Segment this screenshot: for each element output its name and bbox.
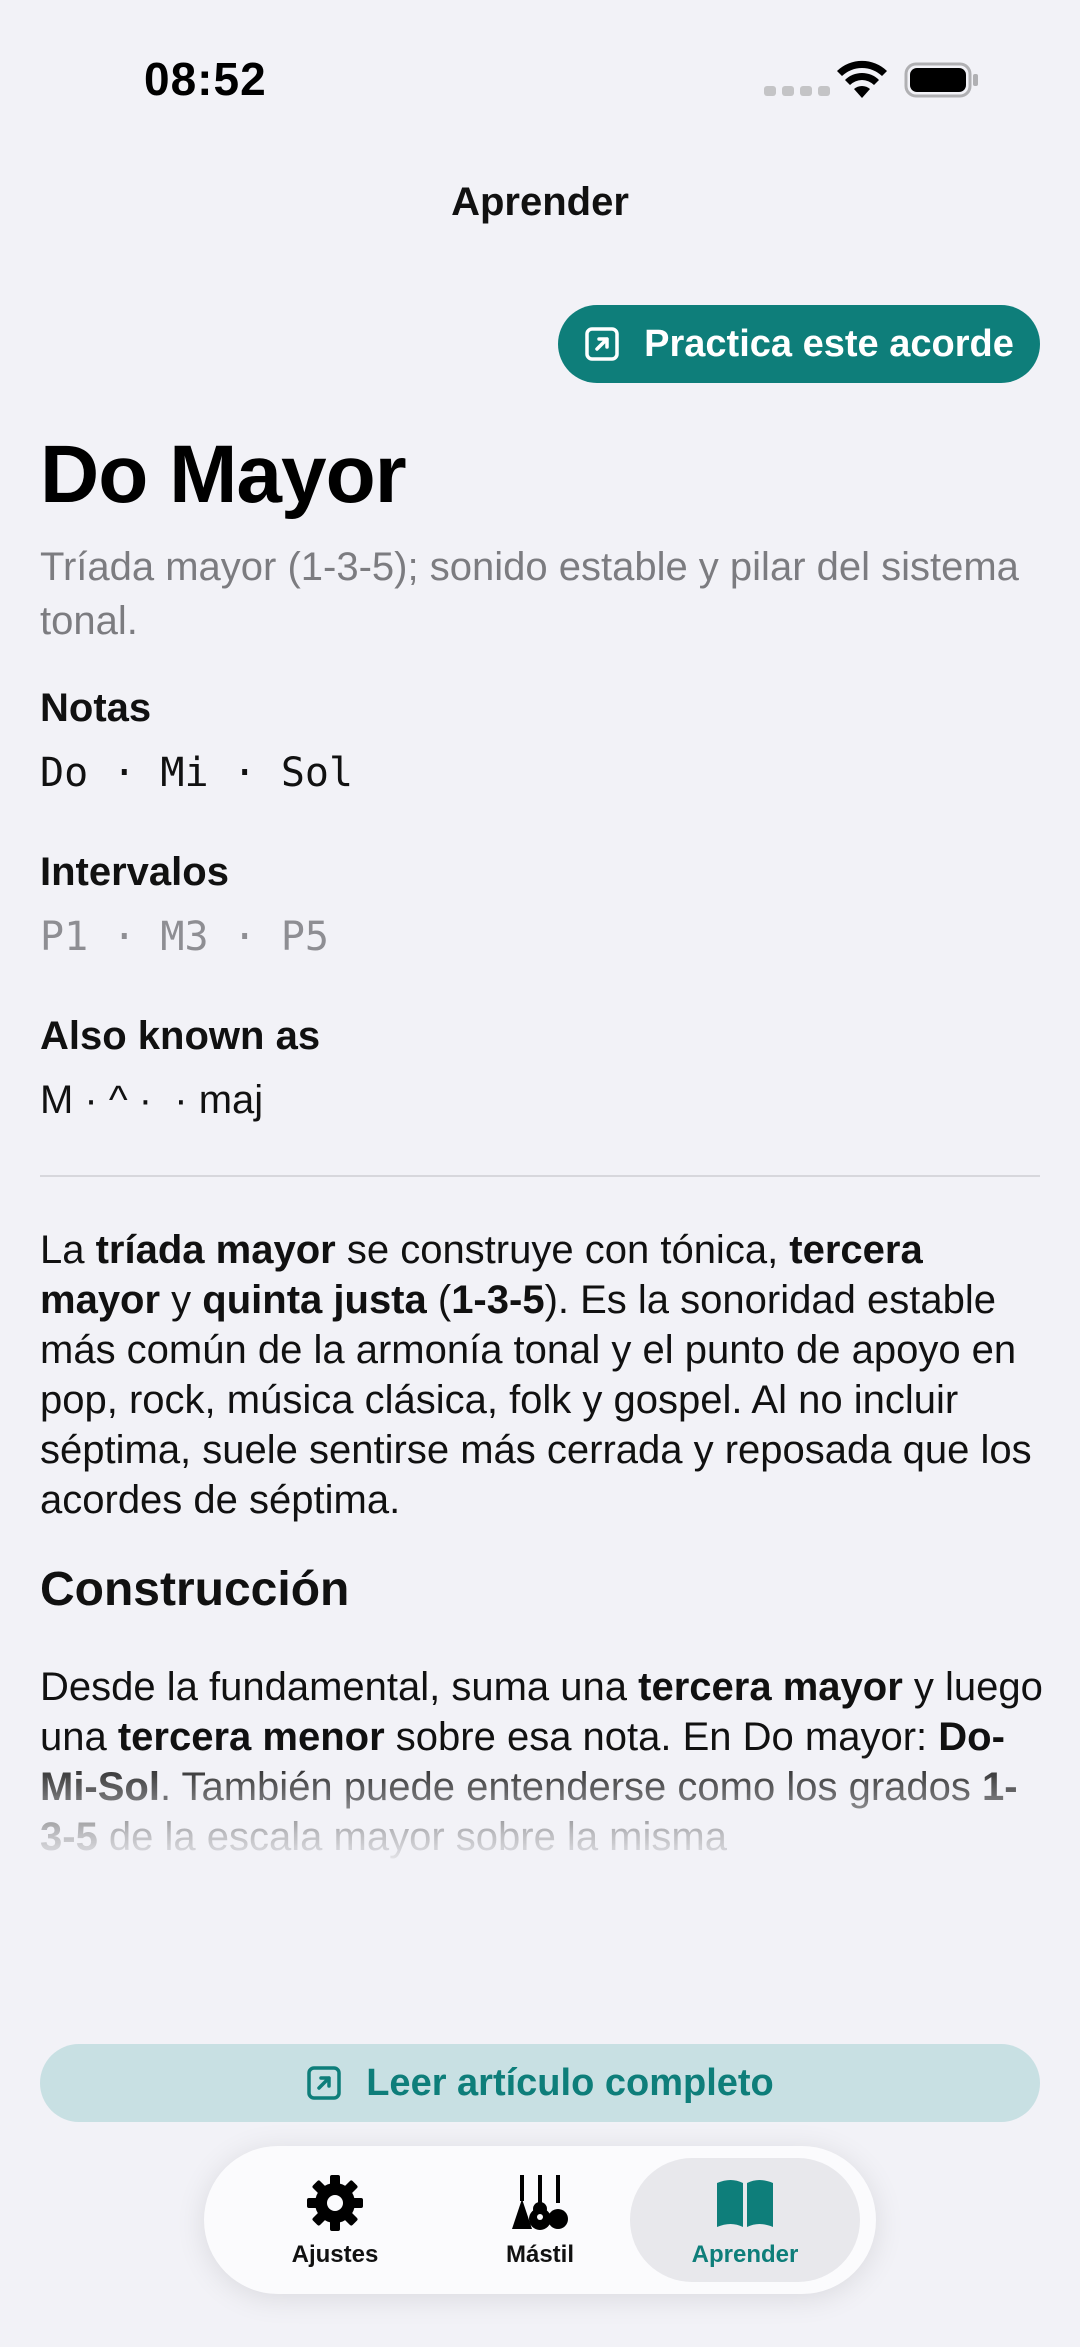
page-title: Aprender [451,180,629,224]
article-emphasis: tríada mayor [95,1228,336,1272]
tab-label: Aprender [691,2241,799,2268]
chord-subtitle: Tríada mayor (1-3-5); sonido estable y p… [40,545,1019,643]
construction-heading: Construcción [40,1563,350,1616]
article-text: Desde la fundamental, suma una [40,1665,639,1709]
article-text: se construye con tónica, [335,1228,790,1272]
article-emphasis: quinta justa [202,1278,427,1322]
article-text: y [160,1278,203,1322]
open-external-icon [585,327,619,361]
article-text: . También puede entenderse como los grad… [159,1765,982,1809]
aka-label: Also known as [40,1014,321,1058]
article-intro: La tríada mayor se construye con tónica,… [40,1225,1050,1525]
article-construction: Desde la fundamental, suma una tercera m… [40,1662,1050,1862]
tab-aprender[interactable]: Aprender [630,2158,860,2282]
divider [40,1175,1040,1177]
status-time: 08:52 [144,53,267,105]
practice-chord-button[interactable]: Practica este acorde [558,305,1040,383]
article-text: La [40,1228,96,1272]
book-icon [717,2180,773,2227]
article-emphasis: tercera menor [117,1715,385,1759]
aka-value: M · ^ · · maj [40,1078,264,1122]
battery-icon [904,62,978,98]
gear-icon [307,2175,363,2231]
tab-ajustes[interactable]: Ajustes [220,2158,450,2282]
wifi-icon [837,60,887,98]
article-emphasis: tercera mayor [638,1665,903,1709]
article-emphasis: 1-3-5 [451,1278,545,1322]
article-text: sobre esa nota. En Do mayor: [384,1715,939,1759]
article-text: de la escala mayor sobre la misma [97,1815,727,1859]
cellular-signal-icon [764,86,830,96]
notes-label: Notas [40,686,152,730]
practice-chord-label: Practica este acorde [644,322,1014,365]
tab-mastil[interactable]: Mástil [425,2158,655,2282]
chord-title: Do Mayor [40,429,407,520]
read-full-article-label: Leer artículo completo [366,2061,774,2104]
tab-bar: Ajustes Mástil Aprender [204,2146,876,2294]
tab-label: Mástil [505,2241,574,2268]
status-bar: 08:52 [0,0,1080,160]
intervals-label: Intervalos [40,850,229,894]
guitars-icon [512,2175,568,2230]
article-text: ( [426,1278,452,1322]
notes-value: Do · Mi · Sol [40,750,354,796]
tab-label: Ajustes [291,2241,379,2268]
open-external-icon [307,2066,341,2100]
intervals-value: P1 · M3 · P5 [40,914,329,960]
read-full-article-button[interactable]: Leer artículo completo [40,2044,1040,2122]
